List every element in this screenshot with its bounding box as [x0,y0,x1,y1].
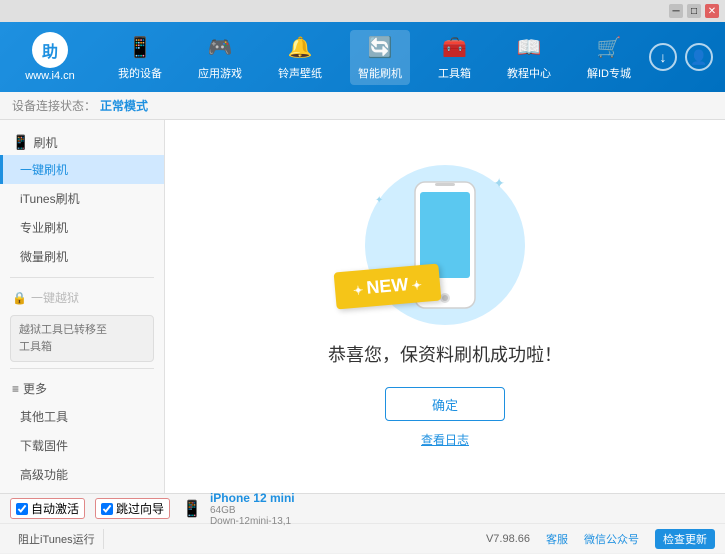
header: 助 www.i4.cn 📱 我的设备 🎮 应用游戏 🔔 铃声壁纸 🔄 智能刷机 … [0,22,725,92]
congrats-text: 恭喜您，保资料刷机成功啦！ [328,341,562,367]
nav-label-smart-flash: 智能刷机 [358,65,402,81]
device-model: Down-12mini-13,1 [210,516,295,527]
sidebar-divider-1 [10,277,154,278]
more-icon: ≡ [12,382,19,396]
bottom-right-section: V7.98.66 客服 微信公众号 检查更新 [486,529,715,549]
nav-label-toolbox: 工具箱 [438,65,471,81]
sidebar-item-pro-flash[interactable]: 专业刷机 [0,213,164,242]
lock-icon: 🔒 [12,291,27,305]
status-bar: 设备连接状态： 正常模式 [0,92,725,120]
nav-label-tutorial: 教程中心 [507,65,551,81]
sidebar-advanced-label: 高级功能 [20,468,68,482]
nav-item-app-game[interactable]: 🎮 应用游戏 [190,30,250,85]
sidebar-item-itunes-flash[interactable]: iTunes刷机 [0,184,164,213]
main-layout: 📱 刷机 一键刷机 iTunes刷机 专业刷机 微量刷机 🔒 一键越狱 越狱工具… [0,120,725,493]
tutorial-icon: 📖 [515,34,543,62]
user-button[interactable]: 👤 [685,43,713,71]
ringtone-icon: 🔔 [286,34,314,62]
sidebar-more-section: ≡ 更多 [0,375,164,402]
nav-item-ringtone[interactable]: 🔔 铃声壁纸 [270,30,330,85]
wechat-link[interactable]: 微信公众号 [584,531,639,547]
device-details: iPhone 12 mini 64GB Down-12mini-13,1 [210,491,295,527]
confirm-button[interactable]: 确定 [385,387,505,421]
buy-icloud-icon: 🛒 [595,34,623,62]
sidebar-jailbreak-note: 越狱工具已转移至工具箱 [10,315,154,362]
download-button[interactable]: ↓ [649,43,677,71]
sidebar-jailbreak-label: 一键越狱 [31,289,79,306]
skip-wizard-checkbox[interactable] [101,503,113,515]
skip-wizard-label: 跳过向导 [116,500,164,517]
sidebar: 📱 刷机 一键刷机 iTunes刷机 专业刷机 微量刷机 🔒 一键越狱 越狱工具… [0,120,165,493]
nav-bar: 📱 我的设备 🎮 应用游戏 🔔 铃声壁纸 🔄 智能刷机 🧰 工具箱 📖 教程中心… [100,30,649,85]
sidebar-other-tools-label: 其他工具 [20,410,68,424]
maximize-button[interactable]: □ [687,4,701,18]
toolbox-icon: 🧰 [441,34,469,62]
goto-log-link[interactable]: 查看日志 [421,431,469,448]
auto-send-checkbox[interactable] [16,503,28,515]
device-info: 📱 iPhone 12 mini 64GB Down-12mini-13,1 [182,491,295,527]
sidebar-pro-flash-label: 专业刷机 [20,221,68,235]
logo-url: www.i4.cn [25,70,75,82]
sidebar-item-advanced[interactable]: 高级功能 [0,460,164,489]
auto-send-checkbox-label[interactable]: 自动激活 [10,498,85,519]
bottom-top-row: 自动激活 跳过向导 📱 iPhone 12 mini 64GB Down-12m… [0,494,725,524]
itunes-button[interactable]: 阻止iTunes运行 [10,529,104,549]
bottom-left-section: 阻止iTunes运行 [10,529,104,549]
device-storage: 64GB [210,505,295,516]
nav-item-tutorial[interactable]: 📖 教程中心 [499,30,559,85]
customer-service-link[interactable]: 客服 [546,531,568,547]
sidebar-flash-label: 刷机 [33,134,57,151]
status-value: 正常模式 [100,97,148,114]
device-phone-icon: 📱 [182,499,202,519]
status-label: 设备连接状态： [12,97,96,114]
sidebar-more-label: 更多 [23,380,47,397]
sidebar-one-click-label: 一键刷机 [20,163,68,177]
nav-label-my-device: 我的设备 [118,65,162,81]
sidebar-item-reduce-flash[interactable]: 微量刷机 [0,242,164,271]
flash-section-icon: 📱 [12,134,29,151]
sidebar-item-other-tools[interactable]: 其他工具 [0,402,164,431]
title-bar: ─ □ ✕ [0,0,725,22]
logo-icon: 助 [32,32,68,68]
smart-flash-icon: 🔄 [366,34,394,62]
sidebar-download-fw-label: 下载固件 [20,439,68,453]
sidebar-itunes-flash-label: iTunes刷机 [20,192,80,206]
sidebar-divider-2 [10,368,154,369]
sidebar-reduce-flash-label: 微量刷机 [20,250,68,264]
minimize-button[interactable]: ─ [669,4,683,18]
sparkle-icon2: ✦ [375,195,383,206]
checkboxes-row: 自动激活 跳过向导 [10,498,170,519]
nav-item-smart-flash[interactable]: 🔄 智能刷机 [350,30,410,85]
logo: 助 www.i4.cn [0,32,100,82]
my-device-icon: 📱 [126,34,154,62]
nav-item-buy-icloud[interactable]: 🛒 解ID专城 [579,30,639,85]
phone-illustration: ✦ ✦ NEW [365,165,525,325]
nav-label-buy-icloud: 解ID专城 [587,65,631,81]
close-button[interactable]: ✕ [705,4,719,18]
app-game-icon: 🎮 [206,34,234,62]
bottom-bottom-row: 阻止iTunes运行 V7.98.66 客服 微信公众号 检查更新 [0,524,725,554]
jailbreak-note-text: 越狱工具已转移至工具箱 [19,324,107,353]
check-update-link[interactable]: 检查更新 [655,529,715,549]
sidebar-item-one-click[interactable]: 一键刷机 [0,155,164,184]
sidebar-section-flash: 📱 刷机 [0,128,164,155]
nav-label-app-game: 应用游戏 [198,65,242,81]
nav-item-toolbox[interactable]: 🧰 工具箱 [430,30,479,85]
header-right: ↓ 👤 [649,43,725,71]
sidebar-item-download-fw[interactable]: 下载固件 [0,431,164,460]
version-text: V7.98.66 [486,533,530,545]
bottom-section: 自动激活 跳过向导 📱 iPhone 12 mini 64GB Down-12m… [0,493,725,553]
nav-item-my-device[interactable]: 📱 我的设备 [110,30,170,85]
sparkle-icon: ✦ [493,175,505,192]
skip-wizard-checkbox-label[interactable]: 跳过向导 [95,498,170,519]
auto-send-label: 自动激活 [31,500,79,517]
sidebar-jailbreak-grayed: 🔒 一键越狱 [0,284,164,311]
nav-label-ringtone: 铃声壁纸 [278,65,322,81]
content-area: ✦ ✦ NEW 恭喜您，保资料刷机成功啦！ 确定 查看日志 [165,120,725,493]
